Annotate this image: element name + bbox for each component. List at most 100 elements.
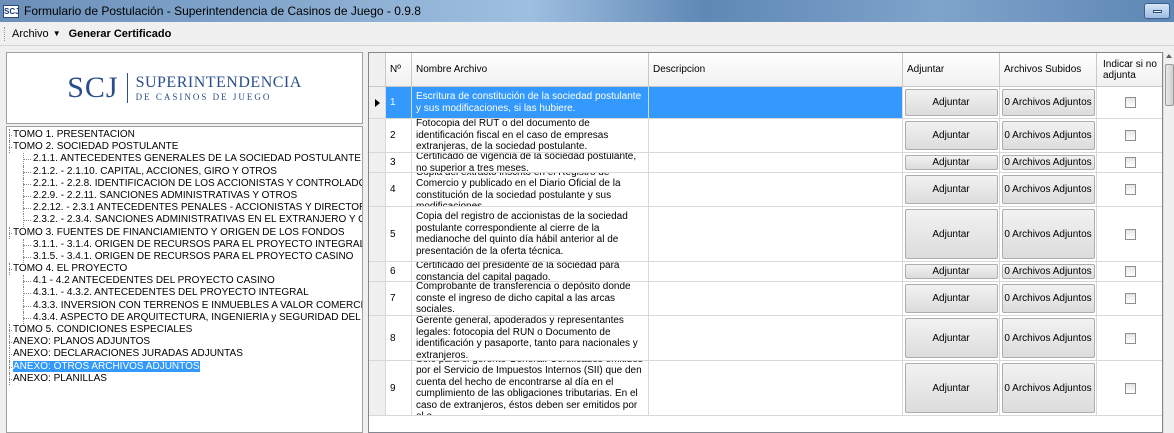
archivos-subidos-button[interactable]: 0 Archivos Adjuntos: [1001, 363, 1095, 413]
row-selector[interactable]: [369, 262, 386, 282]
description-cell[interactable]: [649, 207, 903, 262]
description-cell[interactable]: [649, 316, 903, 361]
header-indicar[interactable]: Indicar si no adjunta: [1097, 53, 1162, 87]
row-selector[interactable]: [369, 361, 386, 416]
adjuntar-button[interactable]: Adjuntar: [904, 363, 998, 413]
tree-node-subsection[interactable]: 2.2.1. - 2.2.8. IDENTIFICACIÓN DE LOS AC…: [7, 177, 362, 190]
tree-connector: [23, 195, 31, 197]
table-row[interactable]: 3 Certificado de vigencia de la sociedad …: [369, 153, 1162, 173]
table-row[interactable]: 6 Certificado del presidente de la socied…: [369, 262, 1162, 282]
archivos-subidos-button[interactable]: 0 Archivos Adjuntos: [1001, 89, 1095, 116]
adjuntar-button[interactable]: Adjuntar: [904, 121, 998, 150]
description-cell[interactable]: [649, 361, 903, 416]
adjuntar-button[interactable]: Adjuntar: [904, 175, 998, 204]
splitter[interactable]: [363, 52, 367, 433]
no-adjunta-checkbox[interactable]: [1124, 332, 1136, 344]
app-icon: SCJ: [3, 4, 20, 18]
tree-node-subsection[interactable]: 4.1 - 4.2 ANTECEDENTES DEL PROYECTO CASI…: [7, 275, 362, 288]
table-row[interactable]: 9Solo para el gerente General: Certifica…: [369, 361, 1162, 416]
no-adjunta-checkbox[interactable]: [1124, 184, 1136, 195]
tree-node-subsection[interactable]: 2.2.12. - 2.3.1 ANTECEDENTES PENALES - A…: [7, 202, 362, 215]
row-selector[interactable]: [369, 316, 386, 361]
tree-node-subsection[interactable]: 2.3.2. - 2.3.4. SANCIONES ADMINISTRATIVA…: [7, 214, 362, 227]
no-adjunta-checkbox[interactable]: [1124, 382, 1136, 394]
tree-node-section[interactable]: TOMO 2. SOCIEDAD POSTULANTE: [7, 141, 362, 154]
archivos-subidos-button[interactable]: 0 Archivos Adjuntos: [1001, 264, 1095, 279]
table-row[interactable]: 2 Fotocopia del RUT o del documento de id…: [369, 119, 1162, 153]
description-cell[interactable]: [649, 119, 903, 153]
tree-node-section[interactable]: ANEXO: OTROS ARCHIVOS ADJUNTOS: [7, 360, 362, 373]
no-adjunta-checkbox[interactable]: [1124, 228, 1136, 240]
adjuntar-button[interactable]: Adjuntar: [904, 209, 998, 259]
no-adjunta-checkbox[interactable]: [1124, 130, 1136, 141]
logo-mark: SCJ: [67, 71, 119, 104]
toolbar-grip[interactable]: [4, 26, 8, 41]
archivos-subidos-button[interactable]: 0 Archivos Adjuntos: [1001, 209, 1095, 259]
window-title: Formulario de Postulación - Superintende…: [24, 4, 421, 18]
description-cell[interactable]: [649, 87, 903, 119]
tree-node-section[interactable]: ANEXO: DECLARACIONES JURADAS ADJUNTAS: [7, 348, 362, 361]
tree-node-subsection[interactable]: 2.1.2. - 2.1.10. CAPITAL, ACCIONES, GIRO…: [7, 165, 362, 178]
adjuntar-button[interactable]: Adjuntar: [904, 155, 998, 170]
archivos-subidos-button[interactable]: 0 Archivos Adjuntos: [1001, 284, 1095, 313]
section-tree[interactable]: TOMO 1. PRESENTACIÓN TOMO 2. SOCIEDAD POS…: [6, 126, 363, 433]
indicar-cell: [1097, 87, 1162, 119]
tree-connector: [9, 378, 12, 380]
scroll-up-icon[interactable]: [1166, 54, 1172, 58]
archivos-subidos-button[interactable]: 0 Archivos Adjuntos: [1001, 318, 1095, 358]
header-archivos-subidos[interactable]: Archivos Subidos: [1000, 53, 1097, 87]
description-cell[interactable]: [649, 262, 903, 282]
menu-generar-certificado[interactable]: Generar Certificado: [69, 28, 172, 40]
row-selector[interactable]: [369, 87, 386, 119]
no-adjunta-checkbox[interactable]: [1124, 157, 1136, 168]
table-row[interactable]: 4Copia del extracto inscrito en el Regis…: [369, 173, 1162, 207]
table-row[interactable]: 8 Gerente general, apoderados y represent…: [369, 316, 1162, 361]
table-row[interactable]: 1 Escritura de constitución de la socieda…: [369, 87, 1162, 119]
archivos-subidos-button[interactable]: 0 Archivos Adjuntos: [1001, 155, 1095, 170]
tree-node-subsection[interactable]: 3.1.5. - 3.4.1. ORIGEN DE RECURSOS PARA …: [7, 250, 362, 264]
tree-node-section[interactable]: TOMO 4. EL PROYECTO: [7, 263, 362, 276]
header-nombre-archivo[interactable]: Nombre Archivo: [412, 53, 649, 87]
tree-node-section[interactable]: ANEXO: PLANILLAS: [7, 372, 362, 385]
no-adjunta-checkbox[interactable]: [1124, 266, 1136, 277]
tree-node-subsection[interactable]: 2.2.9. - 2.2.11. SANCIONES ADMINISTRATIV…: [7, 189, 362, 203]
table-row[interactable]: 5 Copia del registro de accionistas de la…: [369, 207, 1162, 262]
adjuntar-button[interactable]: Adjuntar: [904, 89, 998, 116]
minimize-button[interactable]: [1144, 3, 1170, 19]
archivos-subidos-button[interactable]: 0 Archivos Adjuntos: [1001, 121, 1095, 150]
adjuntar-button[interactable]: Adjuntar: [904, 284, 998, 313]
row-selector[interactable]: [369, 282, 386, 316]
file-name-cell: Gerente general, apoderados y representa…: [412, 316, 649, 361]
tree-node-section[interactable]: ANEXO: PLANOS ADJUNTOS: [7, 336, 362, 349]
vertical-scrollbar[interactable]: [1163, 52, 1174, 433]
tree-connector: [23, 220, 31, 222]
tree-node-subsection[interactable]: 4.3.3. INVERSIÓN CON TERRENOS E INMUEBLE…: [7, 299, 362, 312]
header-adjuntar[interactable]: Adjuntar: [903, 53, 1000, 87]
tree-node-section[interactable]: TOMO 5. CONDICIONES ESPECIALES: [7, 324, 362, 337]
description-cell[interactable]: [649, 153, 903, 173]
description-cell[interactable]: [649, 173, 903, 207]
scroll-thumb[interactable]: [1165, 64, 1174, 106]
menu-bar: Archivo ▼ Generar Certificado: [0, 22, 1174, 46]
row-selector[interactable]: [369, 173, 386, 207]
tree-node-section[interactable]: TOMO 3. FUENTES DE FINANCIAMIENTO Y ORIG…: [7, 226, 362, 239]
row-selector[interactable]: [369, 119, 386, 153]
tree-node-subsection[interactable]: 3.1.1. - 3.1.4. ORIGEN DE RECURSOS PARA …: [7, 238, 362, 251]
header-descripcion[interactable]: Descripcion: [649, 53, 903, 87]
adjuntar-button[interactable]: Adjuntar: [904, 318, 998, 358]
table-row[interactable]: 7 Comprobante de transferencia o depósito…: [369, 282, 1162, 316]
tree-node-section[interactable]: TOMO 1. PRESENTACIÓN: [7, 129, 362, 142]
archivos-subidos-button[interactable]: 0 Archivos Adjuntos: [1001, 175, 1095, 204]
header-num[interactable]: Nº: [386, 53, 412, 87]
no-adjunta-checkbox[interactable]: [1124, 293, 1136, 304]
no-adjunta-checkbox[interactable]: [1124, 97, 1136, 108]
adjuntar-button[interactable]: Adjuntar: [904, 264, 998, 279]
tree-node-subsection[interactable]: 4.3.4. ASPECTO DE ARQUITECTURA, INGENIER…: [7, 311, 362, 324]
menu-archivo[interactable]: Archivo ▼: [12, 28, 61, 40]
tree-node-label: 3.1.1. - 3.1.4. ORIGEN DE RECURSOS PARA …: [33, 238, 362, 250]
description-cell[interactable]: [649, 282, 903, 316]
row-selector[interactable]: [369, 207, 386, 262]
tree-node-subsection[interactable]: 4.3.1. - 4.3.2. ANTECEDENTES DEL PROYECT…: [7, 287, 362, 300]
row-selector[interactable]: [369, 153, 386, 173]
tree-node-subsection[interactable]: 2.1.1. ANTECEDENTES GENERALES DE LA SOCI…: [7, 153, 362, 166]
